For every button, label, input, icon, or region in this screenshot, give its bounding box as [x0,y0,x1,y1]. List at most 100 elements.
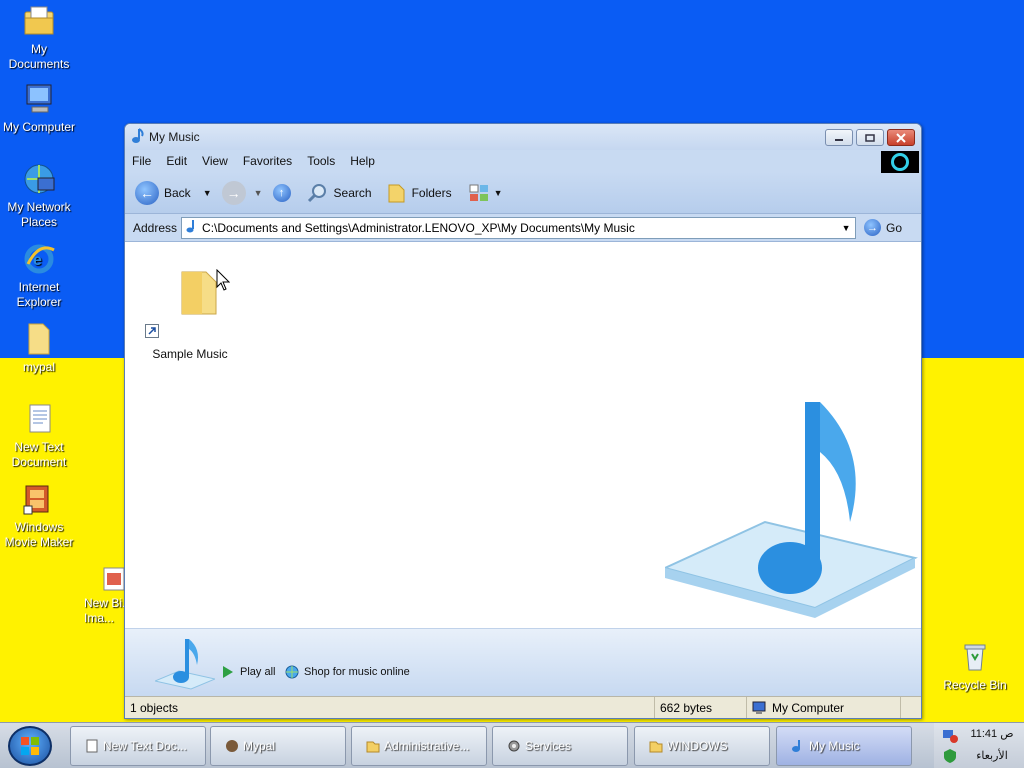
address-music-icon [186,219,198,236]
go-arrow-icon: → [864,219,882,236]
clock-time: 11:41 [970,728,998,740]
play-all-label: Play all [240,666,276,678]
music-note-icon [155,639,215,690]
windows-flag-icon [21,737,39,755]
desktop-icon-new-text-document[interactable]: New Text Document [0,402,78,470]
music-tasks-panel: Play all Shop for music online [125,628,921,696]
gear-icon [508,740,520,752]
taskbar-label: New Text Doc... [103,739,187,753]
forward-arrow-icon: → [221,180,246,205]
search-button[interactable]: Search [307,182,372,204]
folder-icon [22,322,56,356]
maximize-button[interactable] [856,129,884,146]
taskbar: New Text Doc... Mypal Administrative... … [0,722,1024,768]
views-button[interactable]: ▼ [468,182,503,204]
go-button[interactable]: → Go [864,219,902,236]
up-arrow-icon: ↑ [272,183,291,202]
taskbar-button-my-music[interactable]: My Music [776,726,912,766]
forward-button[interactable]: → ▼ [221,180,263,205]
bitmap-image-icon [102,566,126,592]
minimize-icon [835,138,843,141]
play-all-link[interactable]: Play all [221,665,275,679]
menu-help[interactable]: Help [350,154,375,168]
address-dropdown-icon[interactable]: ▼ [837,218,855,238]
desktop-icon-label: New Text Document [11,440,67,469]
clock-day: الأربعاء [976,750,1008,762]
recycle-bin-icon [958,640,992,674]
views-dropdown-icon: ▼ [493,187,503,198]
taskbar-label: Administrative... [384,739,470,753]
maximize-icon [865,133,875,142]
views-icon [469,184,488,201]
network-status-icon[interactable] [942,727,958,743]
desktop-icon-label: My Computer [2,120,76,134]
back-button[interactable]: ← Back ▼ [135,180,212,205]
desktop-icon-recycle-bin[interactable]: Recycle Bin [936,640,1014,693]
desktop-icon-label: Windows Movie Maker [4,520,74,549]
text-document-icon [86,739,98,753]
resize-grip[interactable] [901,697,921,718]
shop-music-link[interactable]: Shop for music online [285,665,410,679]
network-globe-icon [22,162,56,196]
close-icon [896,132,906,143]
desktop-icon-label: My Network Places [7,200,71,229]
menu-tools[interactable]: Tools [307,154,335,168]
address-label: Address [133,220,178,235]
desktop-icon-movie-maker[interactable]: Windows Movie Maker [0,482,78,550]
taskbar-button-administrative[interactable]: Administrative... [351,726,487,766]
close-button[interactable] [887,129,915,146]
back-label: Back [164,185,191,200]
forward-dropdown-icon[interactable]: ▼ [254,188,263,198]
taskbar-label: Services [525,739,572,753]
documents-folder-icon [22,4,56,38]
back-dropdown-icon[interactable]: ▼ [203,188,212,198]
status-objects: 1 objects [125,697,655,718]
taskbar-label: Mypal [243,739,276,753]
play-icon [223,666,233,678]
folders-label: Folders [411,185,452,200]
desktop-icon-my-documents[interactable]: My Documents [0,4,78,72]
music-note-watermark-icon [665,402,918,618]
desktop-icon-my-computer[interactable]: My Computer [0,82,78,135]
folders-button[interactable]: Folders [386,182,452,204]
up-folder-button[interactable]: ↑ [272,183,291,202]
shortcut-arrow-icon [145,324,159,338]
toolbar: ← Back ▼ → ▼ ↑ Search Folders ▼ [125,172,921,214]
search-label: Search [333,185,372,200]
taskbar-label: WINDOWS [667,739,728,753]
movie-maker-icon [22,482,56,516]
taskbar-button-windows[interactable]: WINDOWS [634,726,770,766]
explorer-window: My Music File Edit View Favorites Tools … [124,123,922,719]
mypal-icon [226,740,238,752]
menu-edit[interactable]: Edit [166,154,187,168]
text-document-icon [22,402,56,436]
taskbar-button-mypal[interactable]: Mypal [210,726,346,766]
back-arrow-icon: ← [135,180,159,205]
shop-music-label: Shop for music online [304,666,410,678]
desktop-icon-mypal[interactable]: mypal [0,322,78,375]
menu-view[interactable]: View [202,154,228,168]
computer-icon [22,82,56,116]
music-note-icon [131,127,145,147]
address-input[interactable]: C:\Documents and Settings\Administrator.… [181,216,857,239]
clock-ampm: ص [1000,728,1014,740]
menu-file[interactable]: File [132,154,151,168]
minimize-button[interactable] [825,129,853,146]
clock[interactable]: 11:41 ص [964,727,1020,740]
windows-logo [881,151,919,173]
desktop-icon-label: Recycle Bin [943,678,1007,692]
start-button[interactable] [8,726,52,766]
desktop-icon-label: mypal [22,360,55,374]
svg-text:e: e [33,252,42,269]
window-titlebar[interactable]: My Music [125,124,921,150]
menu-favorites[interactable]: Favorites [243,154,292,168]
desktop-icon-internet-explorer[interactable]: e Internet Explorer [0,242,78,310]
folders-icon [388,184,405,202]
taskbar-button-services[interactable]: Services [492,726,628,766]
mouse-cursor-icon [216,269,230,291]
address-value: C:\Documents and Settings\Administrator.… [202,220,635,235]
folder-content-pane[interactable]: Sample Music [125,242,921,628]
taskbar-button-new-text-document[interactable]: New Text Doc... [70,726,206,766]
desktop-icon-network-places[interactable]: My Network Places [0,162,78,230]
security-shield-icon[interactable] [942,748,958,764]
